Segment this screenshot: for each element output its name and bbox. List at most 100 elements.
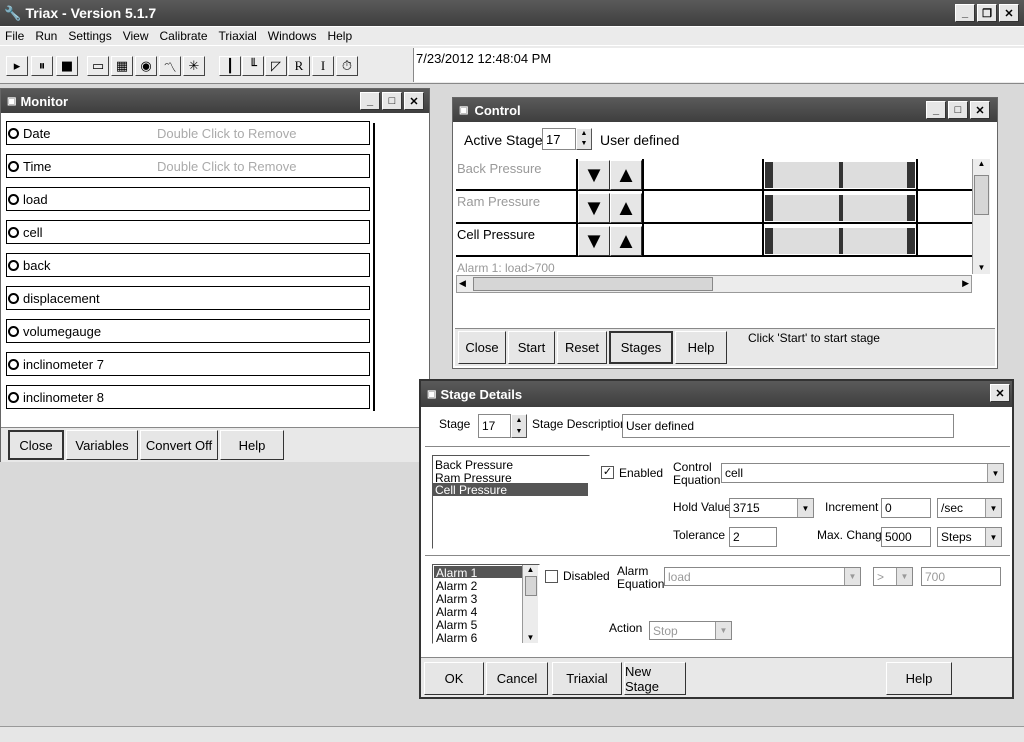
cell-up-arrow-icon[interactable]: ▲ (610, 226, 642, 256)
monitor-row[interactable]: inclinometer 7 (6, 352, 370, 376)
monitor-row[interactable]: load (6, 187, 370, 211)
monitor-maximize-button[interactable]: □ (382, 92, 402, 110)
back-down-arrow-icon[interactable]: ▼ (578, 160, 610, 190)
stage-description-field[interactable]: User defined (622, 414, 954, 438)
ram-down-arrow-icon[interactable]: ▼ (578, 193, 610, 223)
active-stage-field[interactable]: 17 (542, 128, 576, 150)
stage-field[interactable]: 17 (478, 414, 511, 438)
chevron-down-icon[interactable]: ▼ (985, 499, 1001, 517)
axis-icon[interactable]: ╙ (242, 56, 264, 76)
menu-calibrate[interactable]: Calibrate (160, 29, 208, 43)
monitor-row[interactable]: Time Double Click to Remove (6, 154, 370, 178)
control-horizontal-scrollbar[interactable]: ◀ ▶ (456, 275, 972, 293)
chevron-down-icon[interactable]: ▼ (844, 568, 860, 585)
monitor-row[interactable]: cell (6, 220, 370, 244)
max-change-field[interactable]: 5000 (881, 527, 931, 547)
pressure-list-item[interactable]: Back Pressure (435, 458, 513, 472)
stages-button[interactable]: Stages (609, 331, 673, 364)
cell-down-arrow-icon[interactable]: ▼ (578, 226, 610, 256)
cancel-button[interactable]: Cancel (486, 662, 548, 695)
grid-icon[interactable]: ▦ (111, 56, 133, 76)
alarm-list-item[interactable]: Alarm 3 (436, 592, 477, 606)
new-stage-button[interactable]: New Stage (624, 662, 686, 695)
menu-settings[interactable]: Settings (68, 29, 111, 43)
display-icon[interactable]: ▭ (87, 56, 109, 76)
monitor-close-button[interactable]: ✕ (404, 92, 424, 110)
alarm-list-scrollbar[interactable]: ▲ ▼ (522, 565, 538, 643)
pressure-list-item[interactable]: Cell Pressure (435, 483, 507, 497)
triaxial-button[interactable]: Triaxial (552, 662, 622, 695)
graph-icon[interactable]: 〽 (159, 56, 181, 76)
timer-icon[interactable]: ⏱ (336, 56, 358, 76)
chevron-down-icon[interactable]: ▼ (896, 568, 912, 585)
variables-button[interactable]: Variables (66, 430, 138, 460)
control-minimize-button[interactable]: _ (926, 101, 946, 119)
monitor-row[interactable]: Date Double Click to Remove (6, 121, 370, 145)
increment-unit-select[interactable]: /sec ▼ (937, 498, 1002, 518)
close-button[interactable]: ✕ (999, 4, 1019, 22)
increment-field[interactable]: 0 (881, 498, 931, 518)
r-icon[interactable]: R (288, 56, 310, 76)
alarm-list-item[interactable]: Alarm 1 (436, 566, 477, 580)
monitor-row[interactable]: displacement (6, 286, 370, 310)
cell-slider[interactable] (765, 228, 915, 254)
chevron-down-icon[interactable]: ▼ (985, 528, 1001, 546)
alarm-list-item[interactable]: Alarm 5 (436, 618, 477, 632)
star-icon[interactable]: ✳ (183, 56, 205, 76)
gauge-icon[interactable]: ◉ (135, 56, 157, 76)
ok-button[interactable]: OK (424, 662, 484, 695)
monitor-row[interactable]: volumegauge (6, 319, 370, 343)
control-vertical-scrollbar[interactable]: ▲ ▼ (972, 159, 990, 274)
control-close-btn[interactable]: Close (458, 331, 506, 364)
monitor-row[interactable]: back (6, 253, 370, 277)
alarm-operator-select[interactable]: > ▼ (873, 567, 913, 586)
control-close-button[interactable]: ✕ (970, 101, 990, 119)
enabled-checkbox[interactable]: ✓ (601, 466, 614, 479)
menu-run[interactable]: Run (35, 29, 57, 43)
ram-up-arrow-icon[interactable]: ▲ (610, 193, 642, 223)
back-slider[interactable] (765, 162, 915, 188)
monitor-close-btn[interactable]: Close (8, 430, 64, 460)
bars-icon[interactable]: ┃ (219, 56, 241, 76)
active-stage-spinner[interactable]: ▲ ▼ (576, 128, 592, 150)
alarm-list-item[interactable]: Alarm 4 (436, 605, 477, 619)
control-help-button[interactable]: Help (675, 331, 727, 364)
reset-button[interactable]: Reset (557, 331, 607, 364)
back-up-arrow-icon[interactable]: ▲ (610, 160, 642, 190)
stage-help-button[interactable]: Help (886, 662, 952, 695)
stop-icon[interactable]: ■ (56, 56, 78, 76)
monitor-help-button[interactable]: Help (220, 430, 284, 460)
start-button[interactable]: Start (508, 331, 555, 364)
max-change-unit-select[interactable]: Steps ▼ (937, 527, 1002, 547)
chart-icon[interactable]: ◸ (265, 56, 287, 76)
chevron-down-icon[interactable]: ▼ (715, 622, 731, 639)
alarm-value-field[interactable]: 700 (921, 567, 1001, 586)
control-equation-select[interactable]: cell ▼ (721, 463, 1004, 483)
monitor-minimize-button[interactable]: _ (360, 92, 380, 110)
pause-icon[interactable]: ⏸ (31, 56, 53, 76)
menu-triaxial[interactable]: Triaxial (219, 29, 257, 43)
chevron-down-icon[interactable]: ▼ (987, 464, 1003, 482)
control-maximize-button[interactable]: □ (948, 101, 968, 119)
disabled-checkbox[interactable] (545, 570, 558, 583)
menu-windows[interactable]: Windows (268, 29, 317, 43)
alarm-list-item[interactable]: Alarm 6 (436, 631, 477, 645)
restore-button[interactable]: ❐ (977, 4, 997, 22)
hold-value-select[interactable]: 3715 ▼ (729, 498, 814, 518)
menu-view[interactable]: View (123, 29, 149, 43)
minimize-button[interactable]: _ (955, 4, 975, 22)
alarm-list-item[interactable]: Alarm 2 (436, 579, 477, 593)
action-select[interactable]: Stop ▼ (649, 621, 732, 640)
tolerance-field[interactable]: 2 (729, 527, 777, 547)
menu-file[interactable]: File (5, 29, 24, 43)
alarm-equation-select[interactable]: load ▼ (664, 567, 861, 586)
i-icon[interactable]: I (312, 56, 334, 76)
stage-spinner[interactable]: ▲ ▼ (511, 414, 527, 438)
chevron-down-icon[interactable]: ▼ (797, 499, 813, 517)
convert-off-button[interactable]: Convert Off (140, 430, 218, 460)
monitor-row[interactable]: inclinometer 8 (6, 385, 370, 409)
stage-details-close-button[interactable]: ✕ (990, 384, 1010, 402)
play-icon[interactable]: ▸ (6, 56, 28, 76)
menu-help[interactable]: Help (327, 29, 352, 43)
ram-slider[interactable] (765, 195, 915, 221)
